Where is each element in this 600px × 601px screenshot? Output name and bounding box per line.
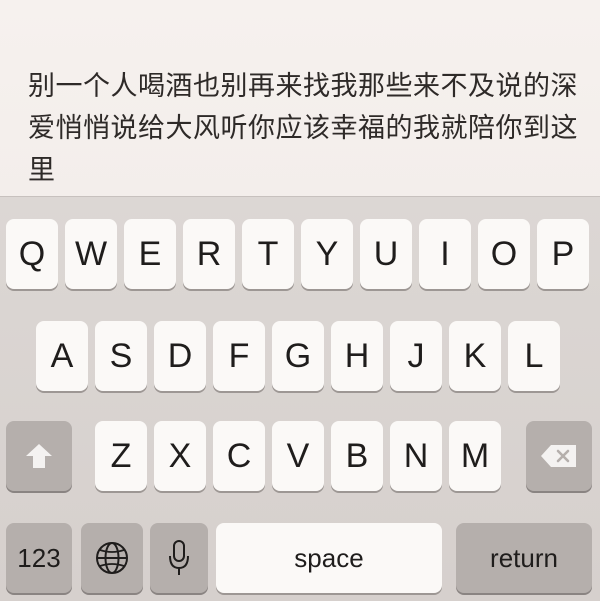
numbers-key[interactable]: 123 — [6, 523, 72, 593]
key-label: Y — [315, 234, 339, 273]
backspace-icon — [539, 443, 579, 469]
key-label: M — [460, 436, 490, 475]
key-label: R — [196, 234, 222, 273]
key-label: K — [463, 336, 487, 375]
key-v[interactable]: V — [272, 421, 324, 491]
key-i[interactable]: I — [419, 219, 471, 289]
keyboard: Q W E R T Y U I O P A S D F G H J K L Z … — [0, 196, 600, 601]
key-f[interactable]: F — [213, 321, 265, 391]
key-label: J — [407, 336, 425, 375]
key-s[interactable]: S — [95, 321, 147, 391]
key-label: P — [551, 234, 575, 273]
microphone-icon — [167, 539, 191, 577]
key-o[interactable]: O — [478, 219, 530, 289]
key-label: B — [345, 436, 369, 475]
shift-key[interactable] — [6, 421, 72, 491]
key-label: L — [524, 336, 544, 375]
key-t[interactable]: T — [242, 219, 294, 289]
key-label: H — [344, 336, 370, 375]
key-c[interactable]: C — [213, 421, 265, 491]
key-label: S — [109, 336, 133, 375]
key-label: X — [168, 436, 192, 475]
key-l[interactable]: L — [508, 321, 560, 391]
key-label: D — [167, 336, 193, 375]
space-key-label: space — [294, 542, 364, 573]
key-label: U — [373, 234, 399, 273]
key-label: Z — [110, 436, 132, 475]
key-u[interactable]: U — [360, 219, 412, 289]
key-label: G — [284, 336, 312, 375]
key-label: A — [50, 336, 74, 375]
key-label: C — [226, 436, 252, 475]
key-a[interactable]: A — [36, 321, 88, 391]
note-text[interactable]: 别一个人喝酒也别再来找我那些来不及说的深爱悄悄说给大风听你应该幸福的我就陪你到这… — [28, 66, 584, 192]
key-q[interactable]: Q — [6, 219, 58, 289]
shift-arrow-icon — [25, 443, 53, 469]
globe-key[interactable] — [81, 523, 143, 593]
key-r[interactable]: R — [183, 219, 235, 289]
key-z[interactable]: Z — [95, 421, 147, 491]
space-key[interactable]: space — [216, 523, 442, 593]
key-label: E — [138, 234, 162, 273]
key-k[interactable]: K — [449, 321, 501, 391]
key-y[interactable]: Y — [301, 219, 353, 289]
delete-key[interactable] — [526, 421, 592, 491]
key-j[interactable]: J — [390, 321, 442, 391]
key-x[interactable]: X — [154, 421, 206, 491]
return-key[interactable]: return — [456, 523, 592, 593]
key-d[interactable]: D — [154, 321, 206, 391]
key-label: I — [440, 234, 450, 273]
key-b[interactable]: B — [331, 421, 383, 491]
key-n[interactable]: N — [390, 421, 442, 491]
key-label: F — [228, 336, 250, 375]
key-label: W — [74, 234, 108, 273]
key-label: N — [403, 436, 429, 475]
key-label: V — [286, 436, 310, 475]
key-h[interactable]: H — [331, 321, 383, 391]
note-area[interactable]: 别一个人喝酒也别再来找我那些来不及说的深爱悄悄说给大风听你应该幸福的我就陪你到这… — [0, 0, 600, 196]
return-key-label: return — [490, 542, 558, 573]
key-g[interactable]: G — [272, 321, 324, 391]
key-w[interactable]: W — [65, 219, 117, 289]
key-p[interactable]: P — [537, 219, 589, 289]
numbers-key-label: 123 — [17, 542, 61, 573]
key-label: T — [257, 234, 279, 273]
microphone-key[interactable] — [150, 523, 208, 593]
key-m[interactable]: M — [449, 421, 501, 491]
globe-icon — [94, 540, 130, 576]
key-label: Q — [18, 234, 46, 273]
key-label: O — [490, 234, 518, 273]
key-e[interactable]: E — [124, 219, 176, 289]
